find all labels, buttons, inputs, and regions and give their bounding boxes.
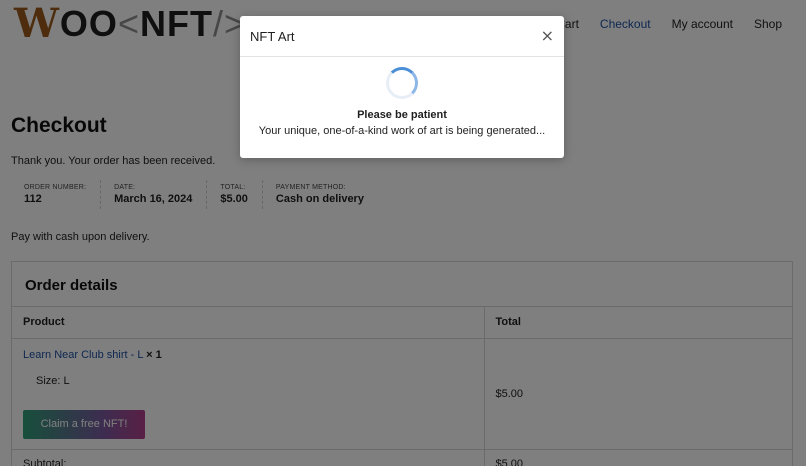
loading-spinner-icon (386, 67, 418, 99)
modal-heading: Please be patient (357, 109, 447, 121)
modal-title: NFT Art (250, 28, 295, 44)
modal-header: NFT Art × (240, 16, 564, 57)
modal-message: Your unique, one-of-a-kind work of art i… (258, 125, 546, 137)
nft-art-modal: NFT Art × Please be patient Your unique,… (240, 16, 564, 158)
close-icon[interactable]: × (541, 28, 554, 44)
modal-body: Please be patient Your unique, one-of-a-… (240, 57, 564, 137)
